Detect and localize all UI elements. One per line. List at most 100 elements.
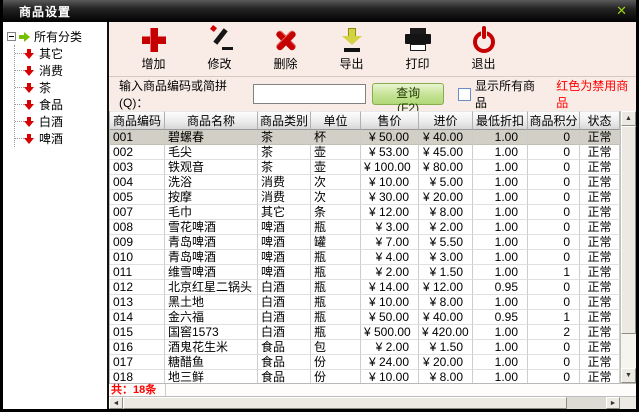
sidebar-item-其它[interactable]: 其它 — [15, 45, 105, 62]
vertical-scroll-track[interactable] — [621, 126, 636, 368]
scroll-down-icon[interactable]: ▼ — [621, 368, 636, 383]
table-row[interactable]: 002毛尖茶壶¥ 53.00¥ 45.001.000正常 — [110, 145, 620, 160]
sidebar-item-食品[interactable]: 食品 — [15, 96, 105, 113]
search-input[interactable] — [253, 84, 366, 104]
scroll-right-icon[interactable]: ► — [606, 397, 620, 409]
table-cell: 017 — [110, 355, 165, 370]
table-cell: ¥ 2.00 — [361, 265, 419, 280]
table-cell: 正常 — [580, 145, 620, 160]
tree-connector — [15, 138, 24, 139]
table-cell: ¥ 50.00 — [361, 130, 419, 145]
toolbar-button-打印[interactable]: 打印 — [387, 26, 448, 74]
table-cell: 0 — [528, 205, 580, 220]
search-bar: 输入商品编码或简拼(Q)： 查询(F2) 显示所有商品 红色为禁用商品 — [109, 77, 636, 111]
tree-children: 其它消费茶食品白酒啤酒 — [14, 45, 105, 147]
column-header[interactable]: 商品名称 — [165, 111, 258, 130]
search-label: 输入商品编码或简拼(Q)： — [119, 77, 249, 111]
table-cell: 正常 — [580, 265, 620, 280]
table-cell: 012 — [110, 280, 165, 295]
column-header[interactable]: 商品积分 — [528, 111, 580, 130]
table-row[interactable]: 012北京红星二锅头白酒瓶¥ 14.00¥ 12.000.950正常 — [110, 280, 620, 295]
close-icon[interactable]: ✕ — [607, 3, 636, 19]
table-cell: 按摩 — [165, 190, 258, 205]
table-row[interactable]: 011维雪啤酒啤酒瓶¥ 2.00¥ 1.501.001正常 — [110, 265, 620, 280]
table-cell: 茶 — [258, 130, 311, 145]
table-row[interactable]: 010青岛啤酒啤酒瓶¥ 4.00¥ 3.001.000正常 — [110, 250, 620, 265]
table-row[interactable]: 004洗浴消费次¥ 10.00¥ 5.001.000正常 — [110, 175, 620, 190]
table-cell: ¥ 30.00 — [361, 190, 419, 205]
table-cell: 食品 — [258, 355, 311, 370]
table-row[interactable]: 016酒鬼花生米食品包¥ 2.00¥ 1.501.000正常 — [110, 340, 620, 355]
table-cell: 食品 — [258, 340, 311, 355]
table-cell: 正常 — [580, 130, 620, 145]
table-row[interactable]: 008雪花啤酒啤酒瓶¥ 3.00¥ 2.001.000正常 — [110, 220, 620, 235]
sidebar-item-茶[interactable]: 茶 — [15, 79, 105, 96]
table-cell: 1.00 — [473, 220, 528, 235]
table-cell: 其它 — [258, 205, 311, 220]
table-cell: ¥ 53.00 — [361, 145, 419, 160]
table-cell: 1.00 — [473, 295, 528, 310]
column-header[interactable]: 状态 — [580, 111, 620, 130]
table-cell: 瓶 — [311, 295, 361, 310]
table-cell: 010 — [110, 250, 165, 265]
column-header[interactable]: 最低折扣 — [473, 111, 528, 130]
table-cell: 1.00 — [473, 340, 528, 355]
table-row[interactable]: 001碧螺春茶杯¥ 50.00¥ 40.001.000正常 — [110, 130, 620, 145]
column-header[interactable]: 售价 — [361, 111, 419, 130]
red-arrow-icon — [24, 48, 35, 60]
column-header[interactable]: 进价 — [419, 111, 473, 130]
column-header[interactable]: 商品编码 — [110, 111, 165, 130]
sidebar-item-消费[interactable]: 消费 — [15, 62, 105, 79]
sidebar-item-白酒[interactable]: 白酒 — [15, 113, 105, 130]
table-cell: 白酒 — [258, 295, 311, 310]
toolbar-button-导出[interactable]: 导出 — [321, 26, 382, 74]
table-row[interactable]: 009青岛啤酒啤酒罐¥ 7.00¥ 5.501.000正常 — [110, 235, 620, 250]
table-cell: ¥ 7.00 — [361, 235, 419, 250]
table-cell: 1.00 — [473, 190, 528, 205]
tree-root-all-categories[interactable]: 所有分类 — [7, 28, 105, 45]
horizontal-scroll-track[interactable] — [123, 397, 606, 409]
column-header[interactable]: 单位 — [311, 111, 361, 130]
collapse-icon[interactable] — [7, 32, 16, 41]
table-cell: 0 — [528, 145, 580, 160]
toolbar-button-退出[interactable]: 退出 — [453, 26, 514, 74]
table-cell: 014 — [110, 310, 165, 325]
toolbar-button-增加[interactable]: 增加 — [123, 26, 184, 74]
table-cell: 0 — [528, 160, 580, 175]
table-cell: ¥ 12.00 — [419, 280, 473, 295]
show-all-checkbox[interactable] — [458, 88, 471, 101]
toolbar-button-删除[interactable]: 删除 — [255, 26, 316, 74]
table-cell: 罐 — [311, 235, 361, 250]
table-row[interactable]: 005按摩消费次¥ 30.00¥ 20.001.000正常 — [110, 190, 620, 205]
table-cell: 0 — [528, 190, 580, 205]
table-cell: 酒鬼花生米 — [165, 340, 258, 355]
column-header[interactable]: 商品类别 — [258, 111, 311, 130]
table-row[interactable]: 018地三鲜食品份¥ 10.00¥ 8.001.000正常 — [110, 370, 620, 383]
table-cell: 1 — [528, 265, 580, 280]
table-cell: 啤酒 — [258, 265, 311, 280]
sidebar-item-啤酒[interactable]: 啤酒 — [15, 130, 105, 147]
 — [209, 25, 216, 32]
table-row[interactable]: 013黑土地白酒瓶¥ 10.00¥ 8.001.000正常 — [110, 295, 620, 310]
table-row[interactable]: 003铁观音茶壶¥ 100.00¥ 80.001.000正常 — [110, 160, 620, 175]
toolbar-button-修改[interactable]: 修改 — [189, 26, 250, 74]
toolbar-button-label: 导出 — [339, 55, 363, 72]
table-row[interactable]: 017糖醋鱼食品份¥ 24.00¥ 20.001.000正常 — [110, 355, 620, 370]
table-cell: 正常 — [580, 295, 620, 310]
horizontal-scroll-thumb[interactable] — [123, 397, 567, 409]
table-row[interactable]: 014金六福白酒瓶¥ 50.00¥ 40.000.951正常 — [110, 310, 620, 325]
red-arrow-icon — [24, 65, 35, 77]
table-cell: 0 — [528, 340, 580, 355]
table-row[interactable]: 007毛巾其它条¥ 12.00¥ 8.001.000正常 — [110, 205, 620, 220]
query-button[interactable]: 查询(F2) — [372, 83, 444, 105]
table-cell: 011 — [110, 265, 165, 280]
table-cell: 条 — [311, 205, 361, 220]
table-cell: 2 — [528, 325, 580, 340]
vertical-scroll-thumb[interactable] — [621, 126, 636, 334]
table-row[interactable]: 015国窖1573白酒瓶¥ 500.00¥ 420.001.002正常 — [110, 325, 620, 340]
table-cell: ¥ 1.50 — [419, 265, 473, 280]
scroll-up-icon[interactable]: ▲ — [621, 111, 636, 126]
scroll-left-icon[interactable]: ◄ — [109, 397, 123, 409]
show-all-label[interactable]: 显示所有商品 — [475, 77, 543, 111]
table-cell: ¥ 14.00 — [361, 280, 419, 295]
